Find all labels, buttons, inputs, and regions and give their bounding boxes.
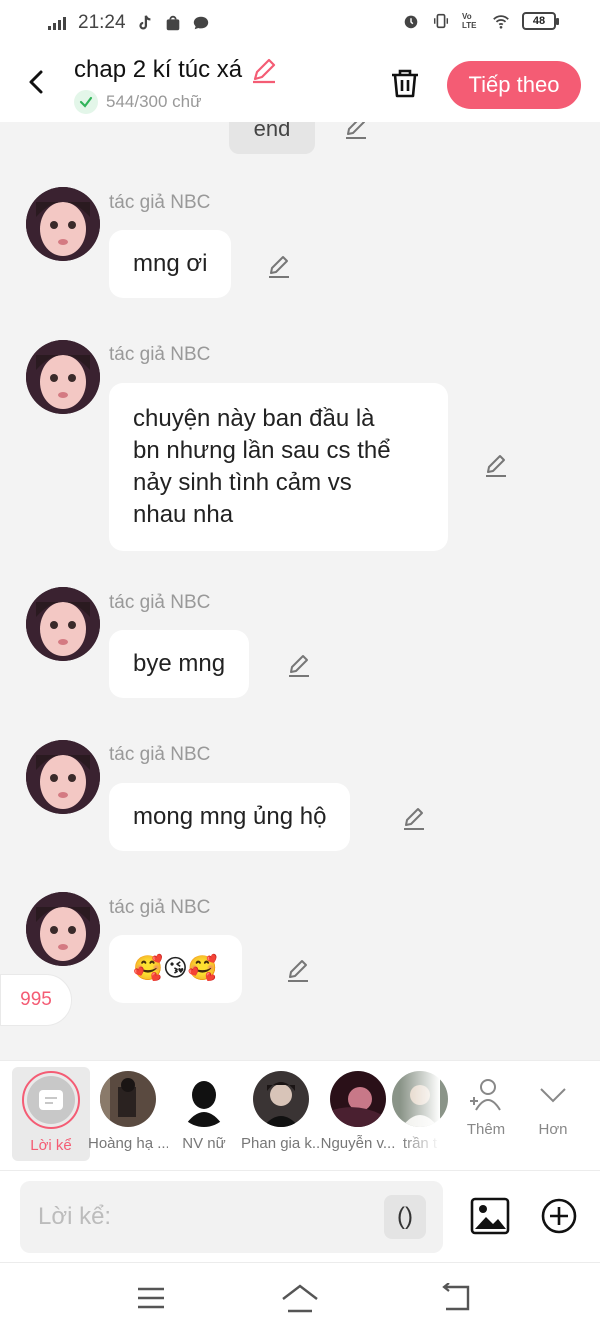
status-time: 21:24 (78, 12, 126, 33)
pencil-icon[interactable] (266, 253, 292, 279)
character-avatar (100, 1071, 156, 1127)
author-name: tác giả NBC (109, 897, 211, 918)
character-item[interactable]: NV nữ (164, 1071, 244, 1152)
system-nav-bar (0, 1262, 600, 1333)
character-avatar (330, 1071, 386, 1127)
message-bubble[interactable]: 🥰😘🥰 (109, 935, 242, 1003)
tiktok-icon (138, 15, 151, 30)
character-name: Hoàng hạ ... (88, 1135, 168, 1152)
character-item[interactable]: Phan gia k... (241, 1071, 321, 1152)
more-button[interactable]: Hơn (523, 1077, 583, 1138)
message-line: nảy sinh tình cảm vs (133, 469, 352, 496)
chevron-down-icon (540, 1088, 566, 1103)
home-icon[interactable] (280, 1283, 320, 1313)
next-button[interactable]: Tiếp theo (447, 61, 581, 109)
back-nav-icon[interactable] (440, 1283, 472, 1313)
word-counter-badge[interactable]: 995 (0, 974, 72, 1026)
author-name: tác giả NBC (109, 344, 211, 365)
chat-area[interactable]: end tác giả NBC mng ơi tác giả NBC chuyệ… (0, 122, 600, 1060)
character-item[interactable]: Hoàng hạ ... (88, 1071, 168, 1152)
author-name: tác giả NBC (109, 744, 211, 765)
message-bubble[interactable]: bye mng (109, 630, 250, 698)
trash-icon[interactable] (388, 66, 422, 100)
character-name: NV nữ (182, 1135, 226, 1152)
compose-bar: () (0, 1170, 600, 1262)
message-bubble[interactable]: chuyện này ban đầu là bn nhưng lần sau c… (109, 383, 448, 551)
message-line: bn nhưng lần sau cs thể (133, 437, 391, 464)
character-name: Phan gia k... (241, 1135, 321, 1152)
pencil-icon[interactable] (343, 122, 369, 140)
character-avatar (176, 1071, 232, 1127)
author-avatar[interactable] (26, 340, 100, 414)
character-narrator[interactable]: Lời kể (12, 1067, 90, 1161)
back-icon[interactable] (22, 66, 52, 98)
add-person-icon (470, 1079, 501, 1111)
character-name: Lời kể (30, 1137, 72, 1154)
author-avatar[interactable] (26, 740, 100, 814)
chapter-title[interactable]: chap 2 kí túc xá (74, 56, 242, 84)
check-icon (74, 90, 98, 114)
vibrate-icon (433, 13, 449, 29)
add-character-button[interactable]: Thêm (456, 1077, 516, 1138)
wifi-icon (493, 15, 509, 29)
narration-icon (39, 1090, 63, 1110)
narration-input[interactable] (20, 1181, 443, 1253)
message-bubble[interactable]: mng ơi (109, 230, 232, 298)
author-avatar[interactable] (26, 892, 100, 966)
character-avatar (253, 1071, 309, 1127)
pencil-icon[interactable] (401, 805, 427, 831)
editor-header: chap 2 kí túc xá 544/300 chữ Tiếp theo (0, 48, 600, 122)
pencil-icon[interactable] (286, 652, 312, 678)
message-icon (193, 16, 208, 30)
author-name: tác giả NBC (109, 592, 211, 613)
previous-message-bubble[interactable]: end (229, 122, 315, 154)
message-line: chuyện này ban đầu là (133, 405, 375, 432)
message-bubble[interactable]: mong mng ủng hộ (109, 783, 351, 851)
pencil-icon[interactable] (483, 452, 509, 478)
add-label: Thêm (466, 1121, 506, 1138)
signal-icon (48, 16, 66, 30)
more-label: Hơn (538, 1121, 568, 1138)
word-count: 544/300 chữ (106, 92, 202, 111)
shop-icon (166, 15, 179, 31)
scroll-fade (400, 1061, 440, 1171)
author-name: tác giả NBC (109, 192, 211, 213)
menu-icon[interactable] (136, 1283, 166, 1313)
author-avatar[interactable] (26, 187, 100, 261)
character-selector: Lời kể Hoàng hạ ... NV nữ Phan gia k... … (0, 1060, 600, 1171)
battery-icon: 48 (522, 12, 559, 30)
plus-circle-icon[interactable] (540, 1197, 578, 1235)
parenthesis-button[interactable]: () (384, 1195, 426, 1239)
volte-label: Vo LTE (462, 12, 477, 30)
message-line: nhau nha (133, 501, 234, 528)
image-icon[interactable] (470, 1197, 510, 1235)
author-avatar[interactable] (26, 587, 100, 661)
edit-icon[interactable] (250, 56, 278, 84)
alarm-icon (404, 15, 418, 29)
pencil-icon[interactable] (285, 957, 311, 983)
status-bar: 21:24 Vo LTE 48 (0, 0, 600, 48)
